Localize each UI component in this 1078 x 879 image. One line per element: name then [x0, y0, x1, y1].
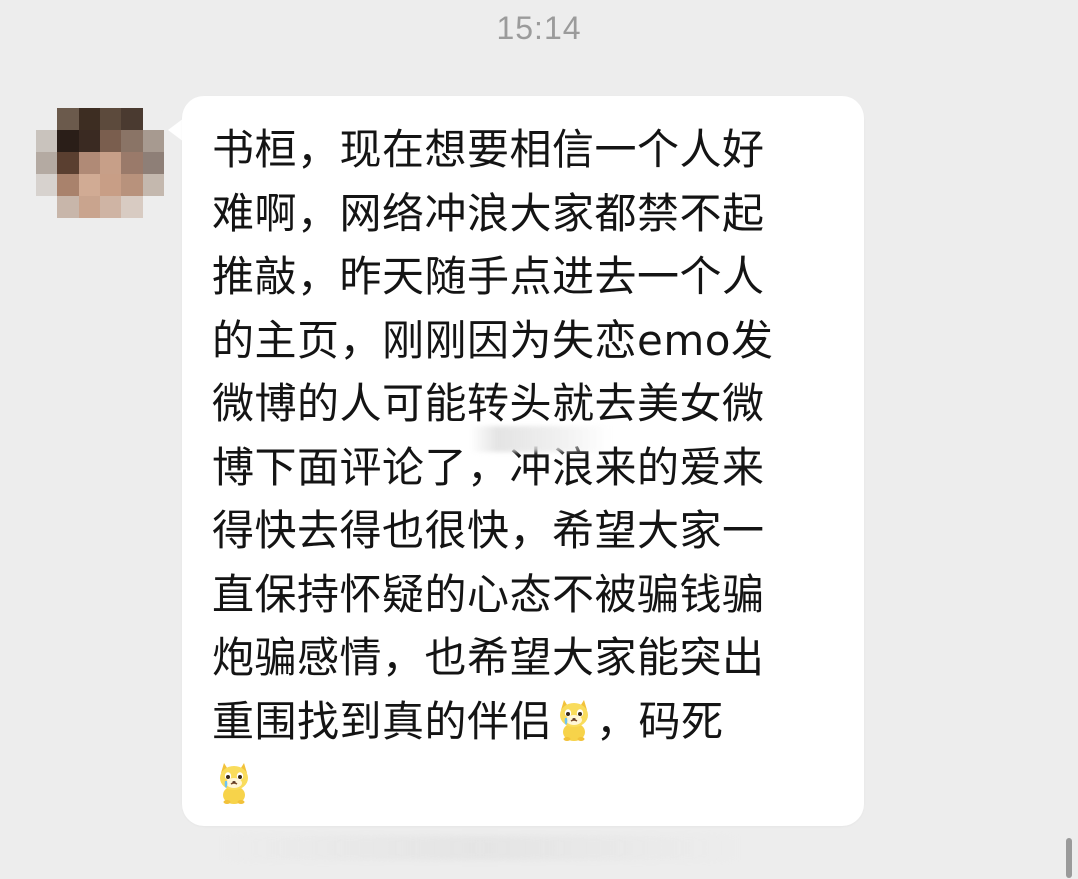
message-line: 推敲，昨天随手点进去一个人: [212, 252, 765, 301]
message-line: 炮骗感情，也希望大家能突出: [212, 633, 765, 682]
watermark-smudge: [470, 426, 610, 452]
message-line-text: 重围找到真的伴侣: [212, 696, 553, 746]
message-line-text: ，码死: [596, 696, 724, 746]
message-line: 难啊，网络冲浪大家都禁不起: [212, 188, 765, 238]
crying-dog-emoji-icon: [214, 761, 254, 805]
avatar-mosaic: [36, 108, 164, 218]
message-line-last: 重围找到真的伴侣 ，码死: [212, 690, 844, 754]
message-line-emoji: [212, 753, 844, 817]
avatar[interactable]: [36, 108, 164, 218]
message-line: 的主页，刚刚因为失恋emo发: [212, 315, 774, 365]
scrollbar[interactable]: [1066, 838, 1072, 878]
crying-dog-emoji-icon: [554, 698, 594, 742]
message-text: 书桓，现在想要相信一个人好 难啊，网络冲浪大家都禁不起 推敲，昨天随手点进去一个…: [212, 118, 844, 817]
message-line: 书桓，现在想要相信一个人好: [212, 125, 765, 174]
faded-next-message: [220, 836, 740, 860]
message-line: 得快去得也很快，希望大家一: [212, 506, 765, 555]
message-line: 直保持怀疑的心态不被骗钱骗: [212, 569, 765, 619]
message-timestamp: 15:14: [496, 10, 582, 46]
